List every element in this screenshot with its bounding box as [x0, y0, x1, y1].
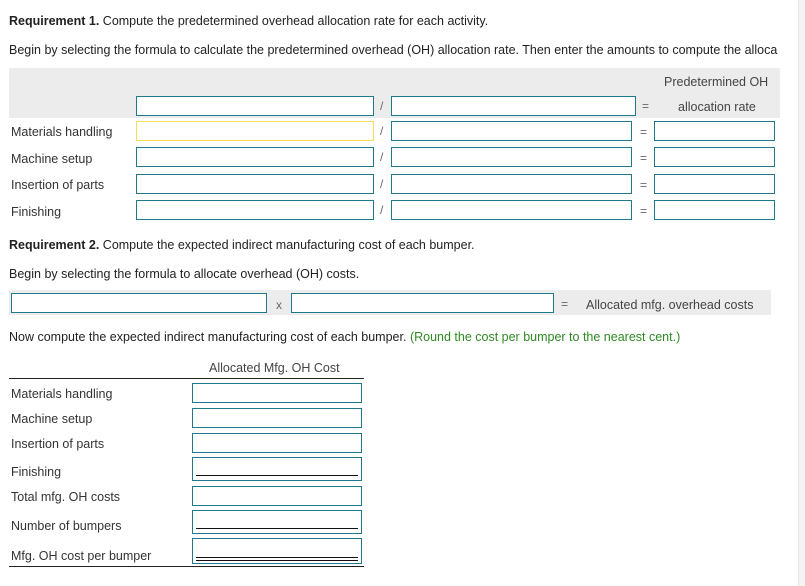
- req1-row-label: Materials handling: [11, 125, 113, 139]
- req1-numerator-input[interactable]: [136, 121, 374, 141]
- equals-symbol: =: [561, 297, 569, 311]
- req1-rate-input[interactable]: [654, 147, 775, 167]
- req2-cost-input[interactable]: [192, 457, 362, 481]
- req2-formula-result-label: Allocated mfg. overhead costs: [586, 298, 754, 312]
- req2-compute-text: Now compute the expected indirect manufa…: [9, 330, 407, 344]
- req1-result-header-line2: allocation rate: [678, 100, 756, 114]
- req2-cost-input[interactable]: [192, 383, 362, 403]
- footer-rule: [9, 566, 364, 567]
- req1-numerator-input[interactable]: [136, 174, 374, 194]
- req2-total-input[interactable]: [192, 486, 362, 506]
- divide-symbol: /: [380, 99, 384, 113]
- req2-row-label: Mfg. OH cost per bumper: [11, 549, 152, 563]
- req2-cost-per-bumper-input[interactable]: [192, 538, 362, 564]
- equals-symbol: =: [640, 204, 648, 218]
- req1-denominator-input[interactable]: [391, 174, 632, 194]
- req1-rate-input[interactable]: [654, 200, 775, 220]
- req2-row-label: Materials handling: [11, 387, 113, 401]
- req2-heading-bold: Requirement 2.: [9, 238, 100, 252]
- req1-formula-numerator-select[interactable]: [136, 96, 374, 116]
- req1-heading: Requirement 1. Compute the predetermined…: [9, 14, 488, 28]
- divide-symbol: /: [380, 150, 384, 164]
- req2-bumpers-input[interactable]: [192, 510, 362, 534]
- divide-symbol: /: [380, 203, 384, 217]
- req2-row-label: Total mfg. OH costs: [11, 490, 121, 504]
- req2-rounding-hint: (Round the cost per bumper to the neares…: [409, 330, 681, 344]
- single-underline: [196, 475, 358, 476]
- req1-denominator-input[interactable]: [391, 200, 632, 220]
- equals-symbol: =: [640, 151, 648, 165]
- single-underline: [196, 528, 358, 529]
- req2-cost-input[interactable]: [192, 433, 362, 453]
- multiply-symbol: x: [276, 298, 282, 312]
- req1-denominator-input[interactable]: [391, 121, 632, 141]
- divide-symbol: /: [380, 124, 384, 138]
- req2-formula-factor2-select[interactable]: [291, 293, 554, 313]
- divide-symbol: /: [380, 177, 384, 191]
- req2-instruction: Begin by selecting the formula to alloca…: [9, 267, 360, 281]
- equals-symbol: =: [640, 125, 648, 139]
- equals-symbol: =: [640, 178, 648, 192]
- equals-symbol: =: [642, 99, 650, 113]
- req1-numerator-input[interactable]: [136, 147, 374, 167]
- req2-row-label: Finishing: [11, 465, 62, 479]
- req1-row-label: Insertion of parts: [11, 178, 105, 192]
- req2-row-label: Machine setup: [11, 412, 93, 426]
- req1-formula-denominator-select[interactable]: [391, 96, 636, 116]
- req1-denominator-input[interactable]: [391, 147, 632, 167]
- req2-cost-input[interactable]: [192, 408, 362, 428]
- req1-rate-input[interactable]: [654, 121, 775, 141]
- req1-row-label: Finishing: [11, 205, 62, 219]
- header-rule: [9, 378, 364, 379]
- double-underline-bottom: [196, 560, 358, 561]
- req1-heading-bold: Requirement 1.: [9, 14, 100, 28]
- req1-rate-input[interactable]: [654, 174, 775, 194]
- req1-result-header-line1: Predetermined OH: [664, 75, 769, 89]
- req2-heading-text: Compute the expected indirect manufactur…: [99, 238, 475, 252]
- req1-instruction: Begin by selecting the formula to calcul…: [9, 43, 778, 57]
- req2-heading: Requirement 2. Compute the expected indi…: [9, 238, 475, 252]
- double-underline-top: [196, 557, 358, 558]
- req1-numerator-input[interactable]: [136, 200, 374, 220]
- req2-row-label: Number of bumpers: [11, 519, 122, 533]
- vertical-scrollbar[interactable]: [798, 0, 805, 586]
- req1-heading-text: Compute the predetermined overhead alloc…: [99, 14, 489, 28]
- req2-formula-factor1-select[interactable]: [11, 293, 267, 313]
- req2-column-header: Allocated Mfg. OH Cost: [209, 361, 340, 375]
- req2-compute-instruction: Now compute the expected indirect manufa…: [9, 330, 680, 344]
- req2-row-label: Insertion of parts: [11, 437, 105, 451]
- req1-row-label: Machine setup: [11, 152, 93, 166]
